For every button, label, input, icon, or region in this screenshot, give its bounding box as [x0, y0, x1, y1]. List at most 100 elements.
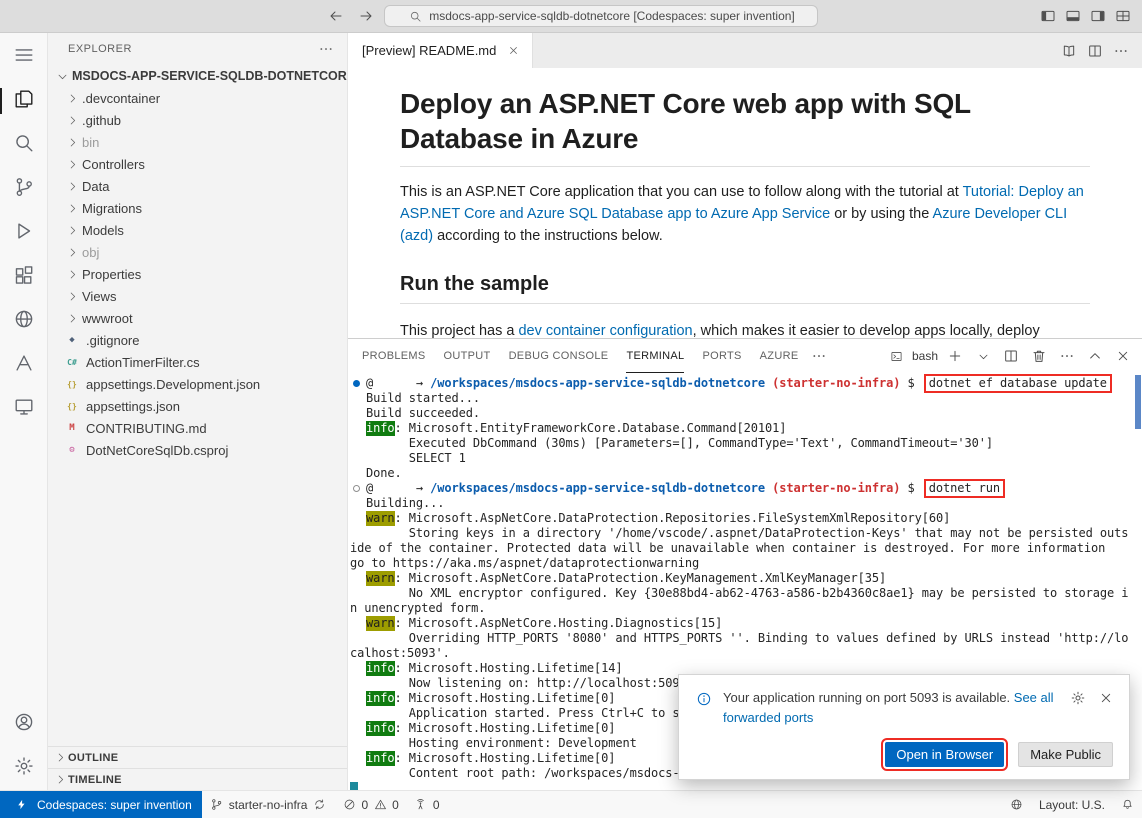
open-preview-icon[interactable] [1058, 40, 1080, 62]
terminal-line: Executed DbCommand (30ms) [Parameters=[]… [350, 436, 1142, 451]
tree-item-properties[interactable]: Properties [48, 263, 347, 285]
markdown-link[interactable]: dev container configuration [518, 323, 692, 338]
editor-more-actions-icon[interactable] [1110, 40, 1132, 62]
tree-item-label: Properties [82, 267, 141, 282]
tree-item-label: ActionTimerFilter.cs [86, 355, 200, 370]
activity-bar-item-run-debug[interactable] [0, 211, 48, 255]
tree-item-bin[interactable]: bin [48, 131, 347, 153]
timeline-section[interactable]: TIMELINE [48, 768, 347, 790]
chevron-right-icon [64, 310, 80, 326]
panel-tabs: PROBLEMS OUTPUT DEBUG CONSOLE TERMINAL PORTS… [362, 339, 798, 373]
notification-close-icon[interactable] [1095, 687, 1117, 709]
tree-item-wwwroot[interactable]: wwwroot [48, 307, 347, 329]
activity-bar-item-account[interactable] [0, 702, 48, 746]
terminal-line: warn: Microsoft.AspNetCore.DataProtectio… [350, 571, 1142, 586]
branch-status[interactable]: starter-no-infra [202, 791, 335, 818]
activity-bar-item-browser[interactable] [0, 299, 48, 343]
make-public-button[interactable]: Make Public [1018, 742, 1113, 767]
close-tab-icon[interactable] [504, 42, 522, 60]
doc-paragraph: This project has a dev container configu… [400, 320, 1090, 338]
remote-indicator[interactable]: Codespaces: super invention [0, 791, 202, 818]
tree-item-actiontimerfilter-cs[interactable]: C#ActionTimerFilter.cs [48, 351, 347, 373]
tree-item-models[interactable]: Models [48, 219, 347, 241]
terminal-scrollbar[interactable] [1135, 375, 1141, 429]
tree-root-folder[interactable]: MSDOCS-APP-SERVICE-SQLDB-DOTNETCORE [... [48, 65, 347, 87]
new-terminal-icon[interactable] [944, 345, 966, 367]
customize-layout-icon[interactable] [1112, 5, 1134, 27]
split-editor-icon[interactable] [1084, 40, 1106, 62]
activity-bar-item-menu[interactable] [0, 35, 48, 79]
activity-bar-item-extensions[interactable] [0, 255, 48, 299]
chevron-right-icon [64, 244, 80, 260]
activity-bar-item-search[interactable] [0, 123, 48, 167]
tree-item--github[interactable]: .github [48, 109, 347, 131]
tree-item--gitignore[interactable]: ◆.gitignore [48, 329, 347, 351]
panel-tab-ports[interactable]: PORTS [702, 339, 741, 373]
activity-bar-item-source-control[interactable] [0, 167, 48, 211]
notifications-bell[interactable] [1112, 791, 1142, 818]
source-control-icon [13, 176, 35, 203]
chevron-right-icon [64, 266, 80, 282]
panel-tab-azure[interactable]: AZURE [760, 339, 799, 373]
split-terminal-icon[interactable] [1000, 345, 1022, 367]
doc-title: Deploy an ASP.NET Core web app with SQL … [400, 86, 1090, 167]
tree-item-migrations[interactable]: Migrations [48, 197, 347, 219]
toggle-panel-icon[interactable] [1062, 5, 1084, 27]
chevron-right-icon [52, 772, 68, 788]
tree-item-dotnetcoresqldb-csproj[interactable]: ⚙DotNetCoreSqlDb.csproj [48, 439, 347, 461]
activity-bar [0, 33, 48, 790]
tab-readme-preview[interactable]: [Preview] README.md [348, 33, 533, 68]
feedback-status[interactable] [1002, 791, 1032, 818]
layout-status[interactable]: Layout: U.S. [1032, 791, 1112, 818]
activity-bar-item-explorer[interactable] [0, 79, 48, 123]
ports-status[interactable]: 0 [406, 791, 447, 818]
maximize-panel-icon[interactable] [1084, 345, 1106, 367]
outline-section[interactable]: OUTLINE [48, 746, 347, 768]
tree-item-appsettings-development-json[interactable]: {}appsettings.Development.json [48, 373, 347, 395]
toggle-sidebar-icon[interactable] [1037, 5, 1059, 27]
close-panel-icon[interactable] [1112, 345, 1134, 367]
open-in-browser-button[interactable]: Open in Browser [885, 742, 1004, 767]
terminal-instance-bash[interactable]: bash [886, 345, 938, 367]
tree-item-label: appsettings.json [86, 399, 180, 414]
panel-more-tabs-icon[interactable] [808, 345, 830, 367]
command-decoration-icon[interactable] [353, 380, 360, 387]
tree-item-appsettings-json[interactable]: {} appsettings.json [48, 395, 347, 417]
command-highlight: dotnet run [924, 479, 1005, 498]
problems-status[interactable]: 0 0 [334, 791, 405, 818]
account-icon [13, 711, 35, 738]
notification-settings-icon[interactable] [1067, 687, 1089, 709]
chevron-right-icon [64, 200, 80, 216]
panel-tab-output[interactable]: OUTPUT [444, 339, 491, 373]
command-decoration-icon[interactable] [353, 485, 360, 492]
terminal-line: calhost:5093'. [350, 646, 1142, 661]
tree-item-views[interactable]: Views [48, 285, 347, 307]
json-file-icon: {} [64, 402, 80, 411]
panel-tab-problems[interactable]: PROBLEMS [362, 339, 426, 373]
panel-tab-terminal[interactable]: TERMINAL [626, 339, 684, 373]
explorer-more-actions-icon[interactable] [315, 38, 337, 60]
kill-terminal-icon[interactable] [1028, 345, 1050, 367]
activity-bar-item-remote-explorer[interactable] [0, 387, 48, 431]
forward-icon[interactable] [355, 5, 377, 27]
panel-more-actions-icon[interactable] [1056, 345, 1078, 367]
back-icon[interactable] [325, 5, 347, 27]
tree-item-obj[interactable]: obj [48, 241, 347, 263]
tree-item-controllers[interactable]: Controllers [48, 153, 347, 175]
toggle-secondary-sidebar-icon[interactable] [1087, 5, 1109, 27]
vscode-window: msdocs-app-service-sqldb-dotnetcore [Cod… [0, 0, 1142, 818]
terminal-line: warn: Microsoft.AspNetCore.DataProtectio… [350, 511, 1142, 526]
globe-icon [1009, 797, 1025, 813]
activity-bar-item-azure[interactable] [0, 343, 48, 387]
activity-bar-item-settings[interactable] [0, 746, 48, 790]
chevron-right-icon [64, 112, 80, 128]
layout-label: Layout: U.S. [1039, 798, 1105, 812]
tree-item-data[interactable]: Data [48, 175, 347, 197]
panel-tab-debug-console[interactable]: DEBUG CONSOLE [509, 339, 609, 373]
command-center-search[interactable]: msdocs-app-service-sqldb-dotnetcore [Cod… [384, 5, 818, 27]
tree-item-contributing-md[interactable]: MCONTRIBUTING.md [48, 417, 347, 439]
terminal-dropdown-icon[interactable] [972, 345, 994, 367]
codespaces-icon [10, 794, 32, 816]
tree-item--devcontainer[interactable]: .devcontainer [48, 87, 347, 109]
tab-bar: [Preview] README.md [348, 33, 1142, 68]
